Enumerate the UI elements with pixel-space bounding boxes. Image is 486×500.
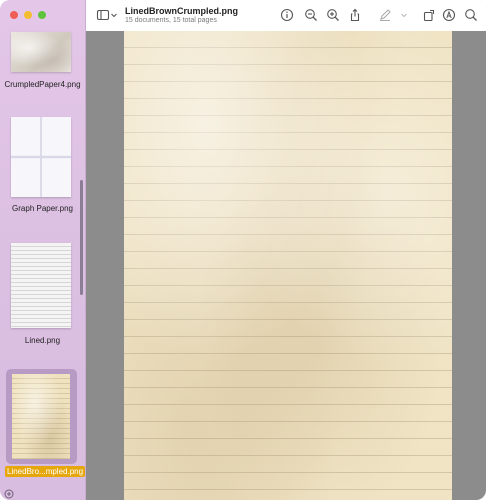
sidebar-toggle-icon[interactable] <box>96 8 110 22</box>
thumbnail-sidebar: CrumpledPaper4.png Graph Paper.png Lined… <box>0 0 86 500</box>
sidebar-scrollbar[interactable] <box>80 180 83 295</box>
document-viewer[interactable] <box>86 31 486 500</box>
zoom-window-button[interactable] <box>38 11 46 19</box>
zoom-in-icon[interactable] <box>326 8 340 22</box>
add-icon[interactable] <box>4 486 14 499</box>
sidebar-item-label: CrumpledPaper4.png <box>4 80 81 89</box>
thumbnail-graph-paper[interactable] <box>11 117 71 197</box>
document-title: LinedBrownCrumpled.png <box>125 6 238 16</box>
markup-pen-icon[interactable] <box>378 8 392 22</box>
zoom-out-icon[interactable] <box>304 8 318 22</box>
share-icon[interactable] <box>348 8 362 22</box>
sidebar-item-label: Graph Paper.png <box>12 204 73 213</box>
sidebar-item-label: Lined.png <box>24 336 61 345</box>
search-icon[interactable] <box>464 8 478 22</box>
close-window-button[interactable] <box>10 11 18 19</box>
document-page-image <box>124 31 452 500</box>
info-icon[interactable] <box>280 8 294 22</box>
thumbnail-lined[interactable] <box>11 243 71 328</box>
document-subtitle: 15 documents, 15 total pages <box>125 17 217 24</box>
preview-window: CrumpledPaper4.png Graph Paper.png Lined… <box>0 0 486 500</box>
annotate-icon[interactable] <box>442 8 456 22</box>
chevron-down-icon[interactable] <box>110 8 118 22</box>
sidebar-item-label-selected: LinedBro...mpled.png <box>5 466 86 477</box>
window-controls <box>10 11 46 19</box>
toolbar: LinedBrownCrumpled.png 15 documents, 15 … <box>86 0 486 32</box>
chevron-down-icon[interactable] <box>400 8 408 22</box>
rotate-icon[interactable] <box>422 8 436 22</box>
thumbnail-linedbrowncrumpled[interactable] <box>12 374 70 459</box>
thumbnail-crumpledpaper4[interactable] <box>11 32 71 72</box>
minimize-window-button[interactable] <box>24 11 32 19</box>
